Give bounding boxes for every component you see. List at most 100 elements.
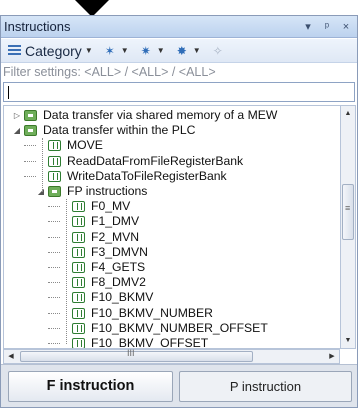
instruction-tree[interactable]: ▷ Data transfer via shared memory of a ME… bbox=[3, 105, 340, 349]
tree-row[interactable]: F0_MV bbox=[4, 199, 340, 214]
toolbar: Category ▼ ✶ ▼ ✷ ▼ ✸ ▼ ✧ bbox=[1, 39, 357, 63]
tree-row[interactable]: F3_DMVN bbox=[4, 245, 340, 260]
tree-item-label: Data transfer within the PLC bbox=[43, 123, 196, 138]
category-dropdown[interactable]: Category ▼ bbox=[5, 41, 96, 60]
tree-connector bbox=[24, 160, 36, 162]
tree-row[interactable]: F10_BKMV_NUMBER_OFFSET bbox=[4, 321, 340, 336]
text-caret bbox=[8, 86, 9, 99]
scroll-right-icon[interactable]: ▶ bbox=[325, 350, 339, 363]
tree-connector bbox=[48, 282, 60, 284]
instruction-icon bbox=[72, 322, 85, 334]
instruction-icon bbox=[72, 216, 85, 228]
filter-settings-text: Filter settings: <ALL> / <ALL> / <ALL> bbox=[3, 65, 216, 79]
magic-wand-icon: ✶ bbox=[104, 43, 115, 58]
tree-guide-line bbox=[66, 199, 67, 345]
tree-item-label: Data transfer via shared memory of a MEW bbox=[43, 108, 278, 122]
tree-row[interactable]: ◢ Data transfer within the PLC bbox=[4, 123, 340, 138]
magic-wand-options-icon: ✸ bbox=[176, 43, 187, 58]
tree-connector bbox=[24, 175, 36, 177]
wand-plus-button[interactable]: ✶ ▼ bbox=[102, 41, 132, 60]
search-input[interactable] bbox=[3, 82, 355, 102]
tree-row[interactable]: F2_MVN bbox=[4, 230, 340, 245]
instruction-type-tabs: F instruction P instruction bbox=[1, 364, 357, 407]
tree-row[interactable]: F10_BKMV_NUMBER bbox=[4, 306, 340, 321]
tree-connector bbox=[48, 343, 60, 344]
tree-item-label: FP instructions bbox=[67, 184, 148, 198]
scroll-left-icon[interactable]: ◀ bbox=[4, 350, 18, 363]
tree-item-label: F10_BKMV bbox=[91, 290, 154, 305]
folder-icon bbox=[24, 110, 37, 121]
magic-wand-down-icon: ✷ bbox=[140, 43, 151, 58]
chevron-down-icon: ▼ bbox=[192, 46, 201, 55]
tree-connector bbox=[48, 297, 60, 299]
tree-row[interactable]: WriteDataToFileRegisterBank bbox=[4, 169, 340, 184]
scroll-down-icon[interactable]: ▼ bbox=[341, 333, 355, 348]
wand-down-button[interactable]: ✷ ▼ bbox=[138, 41, 168, 60]
instruction-icon bbox=[48, 155, 61, 167]
collapse-arrow-icon[interactable]: ◢ bbox=[12, 123, 22, 138]
chevron-down-icon: ▼ bbox=[120, 46, 129, 55]
tree-item-label: F4_GETS bbox=[91, 260, 146, 274]
scroll-up-icon[interactable]: ▲ bbox=[341, 106, 355, 121]
instruction-icon bbox=[48, 170, 61, 182]
tree-connector bbox=[48, 267, 60, 268]
tree-row[interactable]: ◢ FP instructions bbox=[4, 184, 340, 199]
close-icon[interactable]: × bbox=[338, 19, 354, 35]
collapse-arrow-icon[interactable]: ◢ bbox=[36, 184, 46, 199]
tab-p-instruction[interactable]: P instruction bbox=[179, 371, 352, 402]
panel-title-bar: Instructions ▾ ᵖ × bbox=[1, 16, 357, 38]
tree-item-label: F10_BKMV_OFFSET bbox=[91, 336, 209, 349]
folder-icon bbox=[48, 186, 61, 197]
tree-row[interactable]: F1_DMV bbox=[4, 214, 340, 229]
scroll-grip: III bbox=[127, 348, 135, 358]
instruction-icon bbox=[72, 292, 85, 304]
tree-item-label: WriteDataToFileRegisterBank bbox=[67, 168, 227, 183]
dropdown-icon[interactable]: ▾ bbox=[300, 19, 316, 35]
expand-arrow-icon[interactable]: ▷ bbox=[12, 108, 22, 123]
horizontal-scrollbar[interactable]: ◀ III ▶ bbox=[3, 348, 340, 364]
pin-icon[interactable]: ᵖ bbox=[319, 19, 335, 35]
instruction-icon bbox=[72, 307, 85, 319]
wand-disabled-button[interactable]: ✧ bbox=[210, 41, 229, 60]
tree-connector bbox=[48, 206, 60, 208]
tree-row[interactable]: MOVE bbox=[4, 138, 340, 153]
tree-item-label: F1_DMV bbox=[91, 214, 140, 229]
tree-item-label: F2_MVN bbox=[91, 229, 140, 244]
tree-guide-line bbox=[42, 138, 43, 193]
tree-item-label: ReadDataFromFileRegisterBank bbox=[67, 153, 244, 168]
tree-row[interactable]: F10_BKMV bbox=[4, 290, 340, 305]
category-icon bbox=[8, 45, 21, 56]
vertical-scroll-thumb[interactable] bbox=[342, 184, 354, 240]
panel-title: Instructions bbox=[4, 19, 71, 34]
tree-item-label: F10_BKMV_NUMBER bbox=[91, 305, 213, 320]
magic-wand-disabled-icon: ✧ bbox=[212, 43, 223, 58]
tree-connector bbox=[48, 236, 60, 238]
instruction-icon bbox=[72, 246, 85, 258]
chevron-down-icon: ▼ bbox=[156, 46, 165, 55]
instruction-icon bbox=[48, 140, 61, 152]
tree-connector bbox=[48, 221, 60, 223]
folder-icon bbox=[24, 125, 37, 137]
instruction-icon bbox=[72, 231, 85, 243]
tree-item-label: F3_DMVN bbox=[91, 244, 148, 259]
vertical-scrollbar[interactable]: ▲ ▼ bbox=[340, 105, 356, 349]
tree-item-label: F8_DMV2 bbox=[91, 275, 146, 290]
chevron-down-icon: ▼ bbox=[84, 46, 93, 55]
tree-row[interactable]: ReadDataFromFileRegisterBank bbox=[4, 154, 340, 169]
tree-connector bbox=[48, 312, 60, 314]
tab-f-instruction[interactable]: F instruction bbox=[8, 371, 173, 402]
tree-connector bbox=[48, 251, 60, 253]
tree-row[interactable]: F8_DMV2 bbox=[4, 275, 340, 290]
tree-row[interactable]: F4_GETS bbox=[4, 260, 340, 275]
instruction-icon bbox=[72, 338, 85, 348]
wand-options-button[interactable]: ✸ ▼ bbox=[174, 41, 204, 60]
instruction-icon bbox=[72, 201, 85, 213]
instructions-panel: Instructions ▾ ᵖ × Category ▼ ✶ ▼ ✷ ▼ ✸ … bbox=[0, 15, 358, 408]
tree-item-label: F0_MV bbox=[91, 199, 131, 214]
instruction-icon bbox=[72, 277, 85, 289]
tree-row[interactable]: ▷ Data transfer via shared memory of a ME… bbox=[4, 108, 340, 123]
horizontal-scroll-thumb[interactable]: III bbox=[20, 348, 253, 362]
category-label: Category bbox=[25, 42, 82, 59]
tree-row[interactable]: F10_BKMV_OFFSET bbox=[4, 336, 340, 349]
tree-item-label: F10_BKMV_NUMBER_OFFSET bbox=[91, 320, 268, 335]
